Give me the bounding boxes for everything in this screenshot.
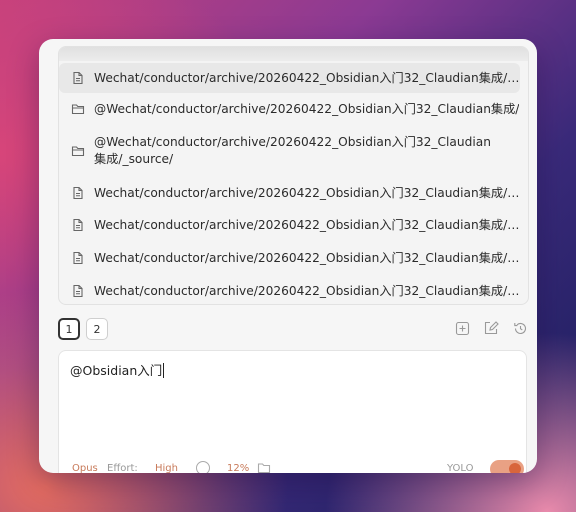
tab-1[interactable]: 1 <box>58 318 80 340</box>
message-input-value: @Obsidian入门 <box>70 363 163 378</box>
folder-icon <box>71 144 85 158</box>
suggestion-label: @Wechat/conductor/archive/20260422_Obsid… <box>94 101 520 116</box>
suggestion-label: Wechat/conductor/archive/20260422_Obsidi… <box>94 70 520 85</box>
text-caret <box>163 363 165 378</box>
yolo-toggle[interactable] <box>490 460 524 473</box>
suggestion-item[interactable]: Wechat/conductor/archive/20260422_Obsidi… <box>59 276 520 304</box>
file-icon <box>71 218 85 232</box>
message-input-text[interactable]: @Obsidian入门 <box>70 360 165 379</box>
header-toolbar <box>455 321 528 336</box>
context-ring-icon <box>196 461 210 473</box>
file-icon <box>71 186 85 200</box>
effort-label: Effort: <box>107 463 138 473</box>
tab-2[interactable]: 2 <box>86 318 108 340</box>
suggestion-label: @Wechat/conductor/archive/20260422_Obsid… <box>94 135 491 166</box>
suggestion-item[interactable]: @Wechat/conductor/archive/20260422_Obsid… <box>59 94 520 124</box>
suggestion-label: Wechat/conductor/archive/20260422_Obsidi… <box>94 283 520 298</box>
suggestion-label: Wechat/conductor/archive/20260422_Obsidi… <box>94 217 520 232</box>
suggestion-item[interactable]: Wechat/conductor/archive/20260422_Obsidi… <box>59 243 520 273</box>
history-icon[interactable] <box>513 321 528 336</box>
context-percent: 12% <box>227 463 250 473</box>
mode-label: YOLO <box>447 463 474 473</box>
effort-value[interactable]: High <box>155 463 178 473</box>
status-bar: Opus Effort: High 12% YOLO <box>62 460 524 473</box>
suggestion-item[interactable]: Wechat/conductor/archive/20260422_Obsidi… <box>59 210 520 240</box>
edit-icon[interactable] <box>484 321 499 336</box>
file-icon <box>71 71 85 85</box>
folder-icon <box>71 102 85 116</box>
suggestion-label: Wechat/conductor/archive/20260422_Obsidi… <box>94 185 520 200</box>
suggestion-item[interactable]: @Wechat/conductor/archive/20260422_Obsid… <box>59 129 520 173</box>
folder-icon[interactable] <box>257 461 271 473</box>
model-selector[interactable]: Opus <box>72 463 98 473</box>
new-tab-icon[interactable] <box>455 321 470 336</box>
dropdown-scrollbar[interactable] <box>59 47 528 61</box>
message-input[interactable]: @Obsidian入门 <box>58 350 527 473</box>
file-icon <box>71 251 85 265</box>
suggestion-item[interactable]: Wechat/conductor/archive/20260422_Obsidi… <box>59 178 520 208</box>
file-icon <box>71 284 85 298</box>
suggestion-label: Wechat/conductor/archive/20260422_Obsidi… <box>94 250 520 265</box>
suggestion-item[interactable]: Wechat/conductor/archive/20260422_Obsidi… <box>59 63 520 93</box>
chat-panel: Wechat/conductor/archive/20260422_Obsidi… <box>39 39 537 473</box>
conversation-tabs: 1 2 <box>58 318 108 340</box>
mention-suggestions-dropdown: Wechat/conductor/archive/20260422_Obsidi… <box>58 46 529 305</box>
